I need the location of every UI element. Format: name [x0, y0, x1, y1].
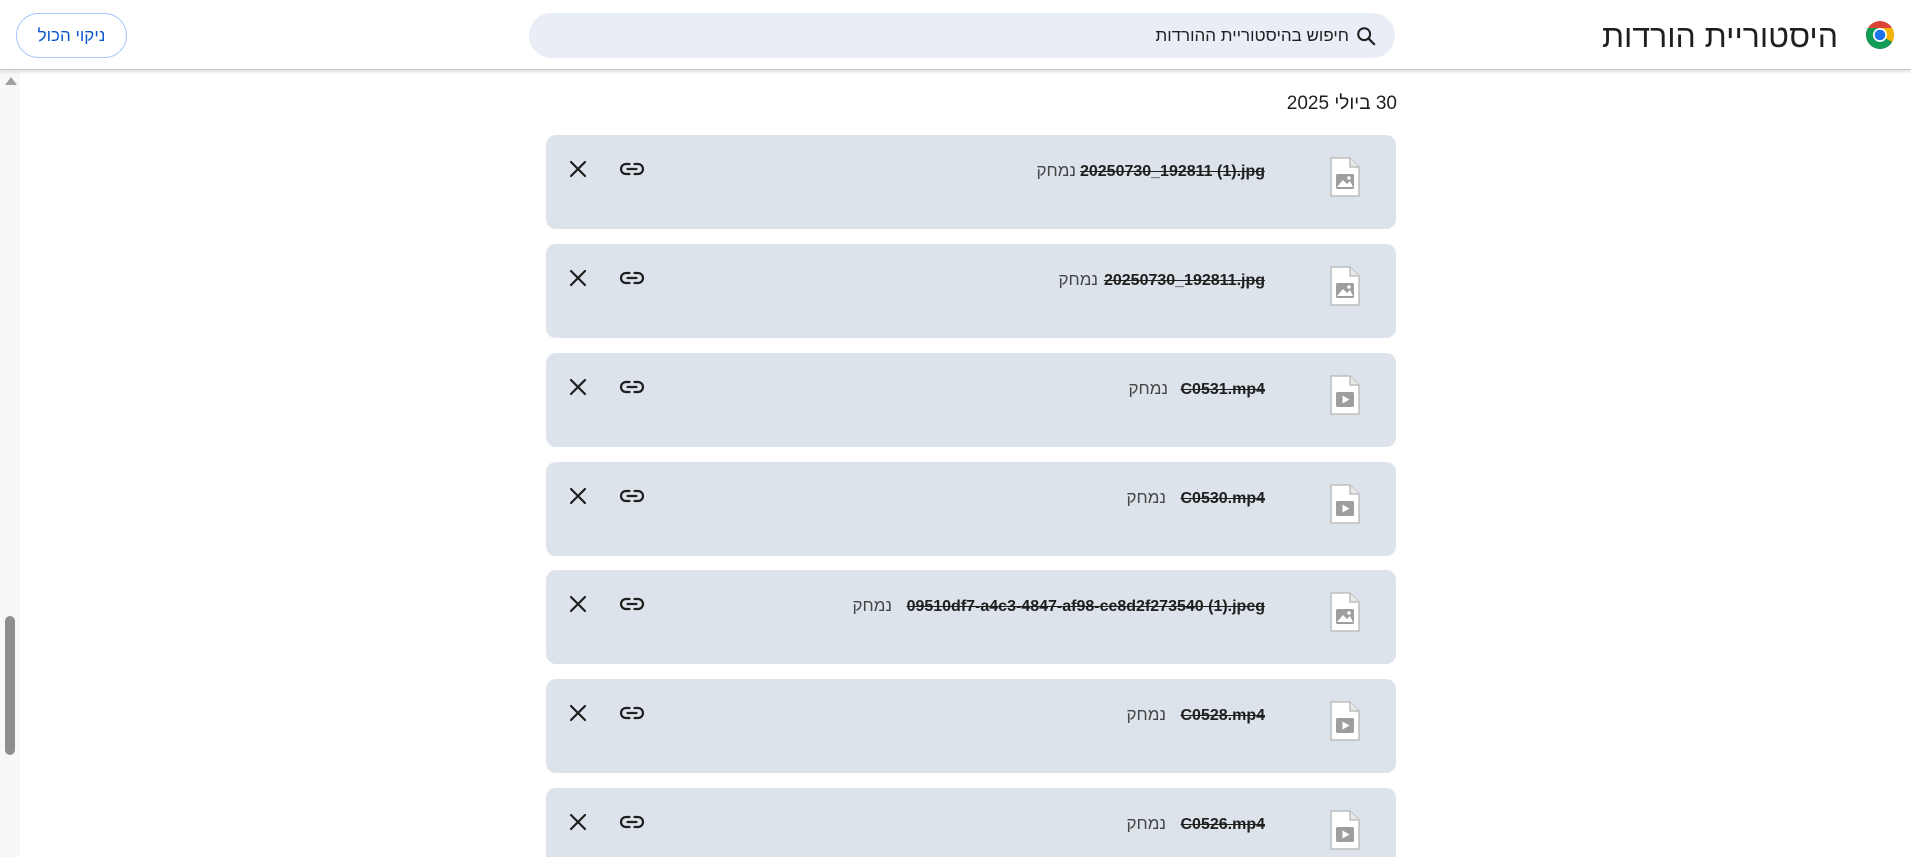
link-icon[interactable]: [618, 155, 646, 183]
link-icon[interactable]: [618, 590, 646, 618]
file-name-link[interactable]: C0526.mp4: [1181, 814, 1266, 836]
scrollbar[interactable]: [0, 71, 20, 857]
file-status: נמחק: [1128, 379, 1168, 398]
file-status: נמחק: [852, 596, 892, 615]
download-item: 20250730_192811 (1).jpg נמחק: [546, 135, 1396, 229]
file-name-link[interactable]: C0528.mp4: [1181, 705, 1266, 727]
video-file-icon: [1330, 484, 1360, 524]
page-title: היסטוריית הורדות: [1601, 18, 1838, 54]
search-icon[interactable]: [1355, 25, 1377, 47]
page-header: היסטוריית הורדות ניקוי הכול: [0, 0, 1911, 70]
date-heading: 30 ביולי 2025: [1286, 93, 1397, 114]
close-icon[interactable]: [564, 699, 592, 727]
video-file-icon: [1330, 810, 1360, 850]
close-icon[interactable]: [564, 373, 592, 401]
link-icon[interactable]: [618, 482, 646, 510]
clear-all-button[interactable]: ניקוי הכול: [16, 13, 127, 58]
search-input[interactable]: [569, 13, 1349, 58]
download-item: C0530.mp4 נמחק: [546, 462, 1396, 556]
video-file-icon: [1330, 375, 1360, 415]
image-file-icon: [1330, 592, 1360, 632]
close-icon[interactable]: [564, 590, 592, 618]
file-name-link[interactable]: C0531.mp4: [1181, 379, 1266, 401]
file-name-link[interactable]: 20250730_192811 (1).jpg: [1080, 161, 1265, 183]
file-name-link[interactable]: C0530.mp4: [1181, 488, 1266, 510]
file-status: נמחק: [1126, 705, 1166, 724]
file-name-link[interactable]: 09510df7-a4c3-4847-af98-ce8d2f273540 (1)…: [907, 596, 1265, 618]
chrome-logo-icon: [1866, 21, 1894, 49]
download-item: C0526.mp4 נמחק: [546, 788, 1396, 857]
scrollbar-thumb[interactable]: [5, 616, 15, 755]
download-item: 20250730_192811.jpg נמחק: [546, 244, 1396, 338]
close-icon[interactable]: [564, 808, 592, 836]
download-item: C0531.mp4 נמחק: [546, 353, 1396, 447]
download-item: C0528.mp4 נמחק: [546, 679, 1396, 773]
close-icon[interactable]: [564, 264, 592, 292]
image-file-icon: [1330, 157, 1360, 197]
link-icon[interactable]: [618, 373, 646, 401]
close-icon[interactable]: [564, 155, 592, 183]
close-icon[interactable]: [564, 482, 592, 510]
video-file-icon: [1330, 701, 1360, 741]
search-box[interactable]: [529, 13, 1395, 58]
link-icon[interactable]: [618, 808, 646, 836]
file-status: נמחק: [1126, 488, 1166, 507]
file-name-link[interactable]: 20250730_192811.jpg: [1104, 270, 1265, 292]
download-item: 09510df7-a4c3-4847-af98-ce8d2f273540 (1)…: [546, 570, 1396, 664]
file-status: נמחק: [1058, 270, 1098, 289]
file-status: נמחק: [1126, 814, 1166, 833]
file-status: נמחק: [1036, 161, 1076, 180]
link-icon[interactable]: [618, 264, 646, 292]
image-file-icon: [1330, 266, 1360, 306]
scroll-up-arrow-icon[interactable]: [5, 77, 17, 85]
link-icon[interactable]: [618, 699, 646, 727]
